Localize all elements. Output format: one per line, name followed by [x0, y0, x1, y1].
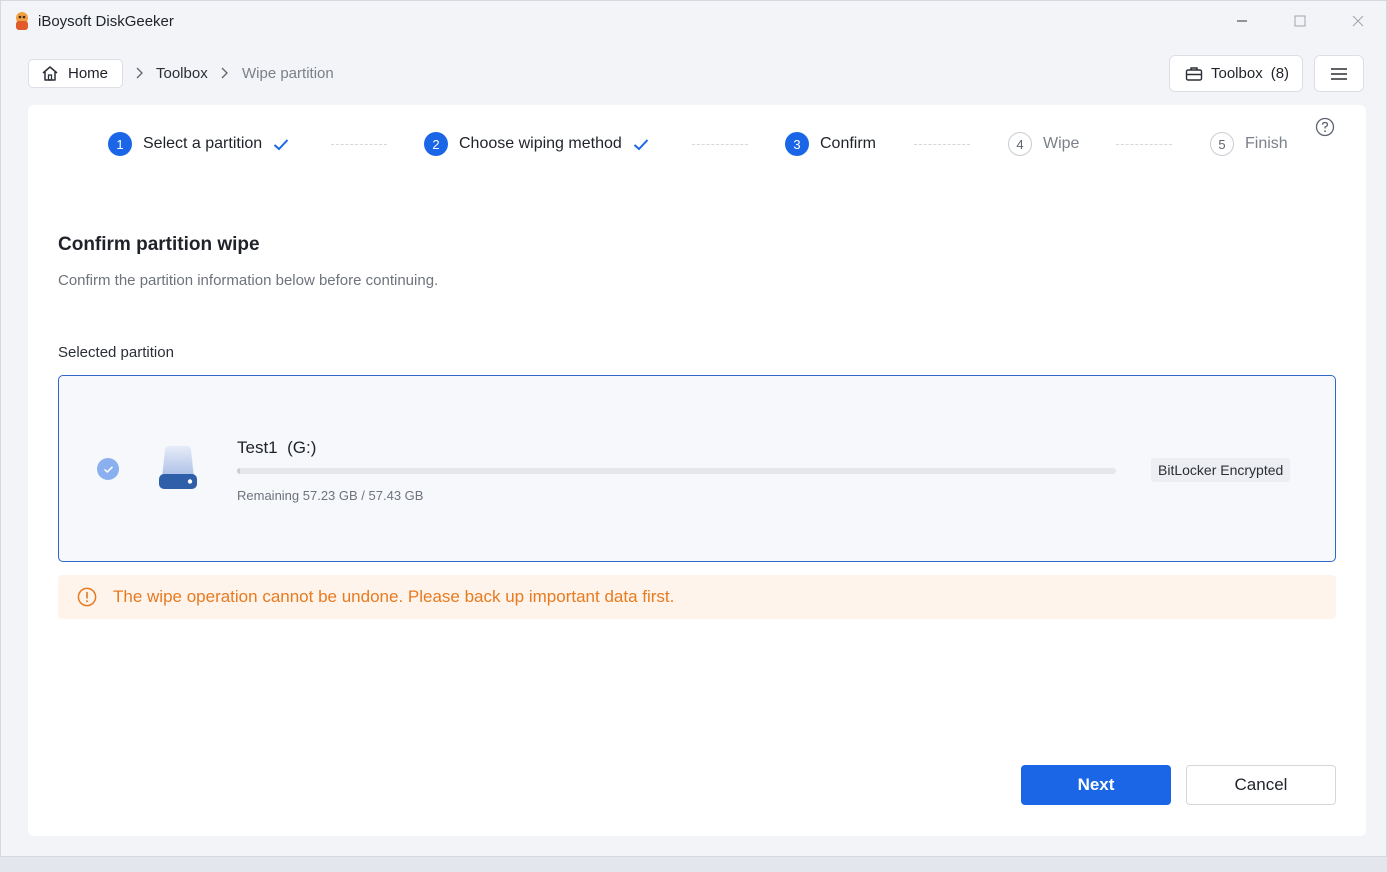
- partition-drive-letter: (G:): [287, 438, 317, 457]
- step-connector: [914, 144, 970, 145]
- title-bar: iBoysoft DiskGeeker: [1, 1, 1386, 41]
- app-logo-icon: [16, 12, 28, 30]
- step-label: Wipe: [1043, 135, 1080, 152]
- step-connector: [692, 144, 748, 145]
- step-label: Select a partition: [143, 135, 263, 152]
- warning-banner: The wipe operation cannot be undone. Ple…: [58, 575, 1336, 619]
- step-number: 4: [1008, 132, 1032, 156]
- page-title: Confirm partition wipe: [58, 234, 260, 255]
- exclamation-circle-icon: [77, 587, 97, 607]
- menu-button[interactable]: [1314, 55, 1364, 92]
- main-card: 1 Select a partition 2 Choose wiping met…: [28, 105, 1366, 836]
- maximize-button[interactable]: [1271, 1, 1329, 41]
- step-number: 1: [108, 132, 132, 156]
- encryption-badge: BitLocker Encrypted: [1151, 458, 1291, 482]
- checkmark-icon: [274, 138, 289, 150]
- partition-label: Test1: [237, 438, 278, 457]
- step-number: 2: [424, 132, 448, 156]
- step-label: Choose wiping method: [459, 135, 622, 152]
- toolbox-count: (8): [1270, 65, 1290, 82]
- home-label: Home: [68, 65, 109, 82]
- step-label: Finish: [1245, 135, 1288, 152]
- step-finish: 5 Finish: [1210, 132, 1288, 156]
- chevron-right-icon: [221, 67, 228, 79]
- hard-drive-icon: [159, 446, 197, 489]
- minimize-icon: [1237, 20, 1247, 22]
- step-wipe: 4 Wipe: [1008, 132, 1079, 156]
- step-confirm: 3 Confirm: [785, 132, 876, 156]
- partition-remaining: Remaining 57.23 GB / 57.43 GB: [237, 488, 424, 503]
- close-icon: [1352, 15, 1364, 27]
- partition-usage-bar: [237, 468, 1116, 474]
- toolbox-label: Toolbox: [1211, 65, 1263, 82]
- app-title: iBoysoft DiskGeeker: [38, 13, 174, 30]
- minimize-button[interactable]: [1213, 1, 1271, 41]
- step-label: Confirm: [820, 135, 877, 152]
- home-button[interactable]: Home: [28, 59, 123, 88]
- home-icon: [42, 66, 58, 81]
- checkmark-icon: [633, 138, 648, 150]
- app-window: iBoysoft DiskGeeker Home Toolbox Wipe pa…: [0, 0, 1387, 857]
- maximize-icon: [1294, 15, 1306, 27]
- hamburger-menu-icon: [1331, 67, 1347, 80]
- next-button[interactable]: Next: [1021, 765, 1171, 805]
- step-connector: [1116, 144, 1172, 145]
- question-circle-icon[interactable]: [1315, 117, 1335, 137]
- step-number: 5: [1210, 132, 1234, 156]
- partition-name: Test1 (G:): [237, 438, 316, 458]
- close-button[interactable]: [1329, 1, 1387, 41]
- cancel-button[interactable]: Cancel: [1186, 765, 1336, 805]
- selected-check-icon: [97, 458, 119, 480]
- selected-partition-label: Selected partition: [58, 344, 174, 361]
- step-connector: [331, 144, 387, 145]
- breadcrumb-current: Wipe partition: [242, 65, 334, 82]
- page-subtitle: Confirm the partition information below …: [58, 272, 439, 289]
- toolbox-button[interactable]: Toolbox (8): [1169, 55, 1303, 92]
- breadcrumb-toolbox[interactable]: Toolbox: [156, 65, 208, 82]
- selected-partition-card[interactable]: Test1 (G:) Remaining 57.23 GB / 57.43 GB…: [58, 375, 1336, 562]
- warning-text: The wipe operation cannot be undone. Ple…: [113, 587, 675, 606]
- briefcase-icon: [1185, 66, 1203, 81]
- chevron-right-icon: [136, 67, 143, 79]
- step-choose-method: 2 Choose wiping method: [424, 132, 649, 156]
- partition-usage-fill: [237, 468, 241, 474]
- step-number: 3: [785, 132, 809, 156]
- step-select-partition: 1 Select a partition: [108, 132, 289, 156]
